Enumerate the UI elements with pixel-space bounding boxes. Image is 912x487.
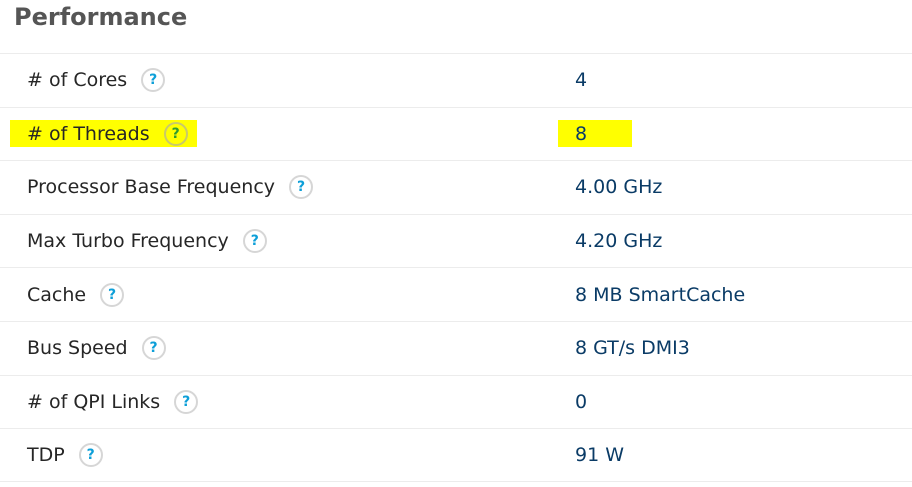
spec-value: 8 MB SmartCache — [575, 283, 746, 306]
spec-label-cell: TDP ? — [27, 429, 103, 481]
spec-row-threads: # of Threads ? 8 — [0, 106, 912, 161]
spec-value: 8 GT/s DMI3 — [575, 337, 690, 360]
question-mark-icon[interactable]: ? — [242, 229, 267, 254]
spec-value-cell: 4.00 GHz — [575, 161, 662, 214]
spec-label-cell: Cache ? — [27, 268, 125, 321]
spec-row-bus-speed: Bus Speed ? 8 GT/s DMI3 — [0, 320, 912, 375]
spec-label-cell: # of QPI Links ? — [27, 376, 199, 429]
spec-label: Processor Base Frequency — [27, 176, 276, 199]
spec-value: 91 W — [575, 443, 625, 466]
spec-row-cache: Cache ? 8 MB SmartCache — [0, 267, 912, 321]
spec-label: TDP — [27, 443, 65, 466]
spec-table: # of Cores ? 4 # of Threads ? 8 Processo… — [0, 53, 912, 482]
spec-label-cell: Max Turbo Frequency ? — [27, 215, 267, 268]
spec-row-base-frequency: Processor Base Frequency ? 4.00 GHz — [0, 160, 912, 214]
spec-value-cell: 4.20 GHz — [575, 215, 662, 268]
spec-value: 4 — [575, 69, 588, 92]
spec-row-turbo-frequency: Max Turbo Frequency ? 4.20 GHz — [0, 213, 912, 268]
question-mark-icon[interactable]: ? — [100, 282, 125, 307]
question-mark-icon[interactable]: ? — [78, 442, 103, 467]
spec-row-qpi-links: # of QPI Links ? 0 — [0, 374, 912, 429]
spec-value-cell: 0 — [575, 376, 587, 429]
spec-value: 8 — [575, 122, 588, 145]
spec-label: # of Cores — [27, 69, 128, 92]
question-mark-icon[interactable]: ? — [141, 68, 166, 93]
spec-label-cell: Processor Base Frequency ? — [27, 161, 314, 214]
spec-label: Max Turbo Frequency — [27, 230, 229, 253]
spec-row-cores: # of Cores ? 4 — [0, 53, 912, 107]
spec-value: 4.00 GHz — [575, 176, 663, 199]
spec-value: 0 — [575, 390, 588, 413]
spec-label: Bus Speed — [27, 337, 128, 360]
spec-value-cell: 4 — [575, 54, 587, 107]
spec-value-cell: 8 MB SmartCache — [575, 268, 745, 321]
section-title: Performance — [14, 3, 188, 31]
spec-value: 4.20 GHz — [575, 230, 663, 253]
spec-row-tdp: TDP ? 91 W — [0, 428, 912, 482]
spec-value-cell: 8 GT/s DMI3 — [575, 322, 690, 375]
spec-label: Cache — [27, 283, 87, 306]
spec-label-cell: # of Threads ? — [10, 108, 197, 161]
question-mark-icon[interactable]: ? — [174, 389, 199, 414]
question-mark-icon[interactable]: ? — [141, 336, 166, 361]
spec-value-cell: 8 — [558, 108, 633, 161]
highlight-mark: # of Threads ? — [10, 120, 197, 148]
question-mark-icon[interactable]: ? — [163, 121, 188, 146]
spec-label: # of QPI Links — [27, 390, 161, 413]
spec-label-cell: Bus Speed ? — [27, 322, 166, 375]
highlight-mark: 8 — [558, 120, 633, 148]
question-mark-icon[interactable]: ? — [289, 175, 314, 200]
spec-label-cell: # of Cores ? — [27, 54, 166, 107]
spec-value-cell: 91 W — [575, 429, 624, 481]
spec-label: # of Threads — [27, 122, 150, 145]
